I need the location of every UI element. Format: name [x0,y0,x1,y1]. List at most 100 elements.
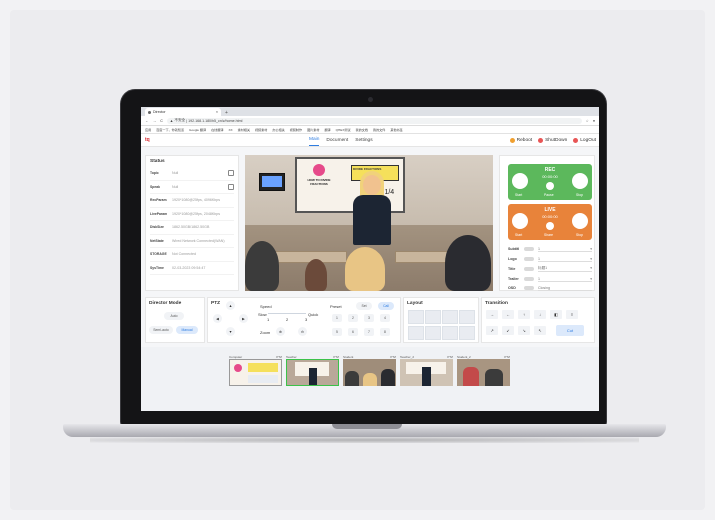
semi-auto-mode-button[interactable]: Semi-auto [149,326,173,334]
bookmark-item[interactable]: 在线翻译 [211,127,223,132]
bookmark-item[interactable]: 百度一下，你就知道 [156,127,184,132]
preset-3-button[interactable]: 3 [364,314,374,322]
preset-5-button[interactable]: 5 [332,328,342,336]
wipe-up-left-icon[interactable]: ↖ [534,326,546,335]
student-figure [445,235,491,291]
pan-down-button[interactable]: ▼ [226,327,235,336]
preset-set-button[interactable]: Set [356,302,372,310]
preset-2-button[interactable]: 2 [348,314,358,322]
rec-start-button[interactable] [512,173,528,189]
bookmark-item[interactable]: 视频制作 [290,127,302,132]
preset-6-button[interactable]: 6 [348,328,358,336]
back-icon[interactable]: ← [145,119,149,123]
preset-1-button[interactable]: 1 [332,314,342,322]
layout-option[interactable] [442,310,458,324]
wipe-down-left-icon[interactable]: ↙ [502,326,514,335]
bookmark-item[interactable]: 我的文件 [373,127,385,132]
profile-icon[interactable]: ● [593,119,595,123]
live-start-button[interactable] [512,213,528,229]
preset-4-button[interactable]: 4 [380,314,390,322]
bookmark-item[interactable]: Google 翻译 [189,127,206,132]
source-computer[interactable]: Computer PTZ [229,355,282,386]
status-label: DiskSize [150,225,164,230]
bookmark-item[interactable]: 应用 [145,127,151,132]
bookmark-item[interactable]: QHEX测试 [336,127,351,132]
preset-call-button[interactable]: Call [378,302,394,310]
manual-mode-button[interactable]: Manual [176,326,198,334]
layout-option[interactable] [425,326,441,340]
logo-toggle[interactable] [524,256,534,262]
osd-toggle[interactable] [524,285,534,291]
laptop-shadow [90,437,639,443]
source-teacher-2[interactable]: Teacher_2 PTZ [400,355,453,386]
program-video-preview[interactable]: HOW TO DIVIDE FRACTIONS DIVIDE FRACTIONS… [245,155,493,291]
cut-button[interactable]: Cut [556,325,584,336]
bookmark-item[interactable]: 翻译 [324,127,330,132]
browser-tab[interactable]: Director × [145,108,221,116]
edit-icon[interactable] [228,170,234,177]
title-toggle[interactable] [524,266,534,272]
wipe-down-right-icon[interactable]: ↘ [518,326,530,335]
wipe-left-icon[interactable]: ← [502,310,514,319]
reload-icon[interactable]: C [160,119,163,123]
preset-8-button[interactable]: 8 [380,328,390,336]
trailer-toggle[interactable] [524,276,534,282]
source-student-2[interactable]: Student_2 PTZ [457,355,510,386]
source-student[interactable]: Student PTZ [343,355,396,386]
new-tab-icon[interactable]: + [225,110,228,116]
status-row: Speak Null [150,181,234,194]
tab-settings[interactable]: Settings [355,134,372,146]
status-label: SysTime [150,265,164,270]
forward-icon[interactable]: → [153,119,157,123]
address-bar[interactable]: ▲ 不安全 | 192.168.1.180/h5_cn/z/home.html [166,117,582,124]
preset-7-button[interactable]: 7 [364,328,374,336]
layout-option[interactable] [442,326,458,340]
zoom-in-icon[interactable]: ⊕ [276,327,285,336]
bookmark-item[interactable]: 其他书签 [390,127,402,132]
live-stop-button[interactable] [572,213,588,229]
tab-main[interactable]: Main [309,134,320,146]
logout-button[interactable]: LogOut [573,137,596,143]
auto-mode-button[interactable]: Auto [164,312,184,320]
reboot-button[interactable]: Reboot [509,137,532,143]
subtitle-toggle[interactable] [524,246,534,252]
option-row-logo: Logo 1 ▾ [508,254,592,264]
shutdown-button[interactable]: ShutDown [538,137,567,143]
fade-icon[interactable]: ◧ [550,310,562,319]
wipe-up-icon[interactable]: ↑ [518,310,530,319]
live-share-button[interactable] [546,222,554,230]
tab-document[interactable]: Document [326,134,348,146]
layout-option[interactable] [459,326,475,340]
layout-option[interactable] [459,310,475,324]
layout-option[interactable] [408,326,424,340]
wipe-up-right-icon[interactable]: ↗ [486,326,498,335]
bookmark-item[interactable]: 办公相关 [272,127,284,132]
rec-pause-button[interactable] [546,182,554,190]
speed-slider[interactable] [268,313,306,314]
pan-right-button[interactable]: ▶ [239,314,248,323]
subtitle-select[interactable]: 1 ▾ [538,247,592,252]
bookmark-item[interactable]: 我的文档 [356,127,368,132]
pan-left-button[interactable]: ◀ [213,314,222,323]
zoom-out-icon[interactable]: ⊖ [298,327,307,336]
bookmark-item[interactable]: XX [228,128,232,132]
tab-close-icon[interactable]: × [216,110,218,114]
star-icon[interactable]: ☆ [586,119,589,123]
rec-start-label: Start [515,193,523,197]
bookmark-item[interactable]: 视频素材 [255,127,267,132]
bookmark-item[interactable]: 图片素材 [307,127,319,132]
title-select[interactable]: 标题1 ▾ [538,266,592,272]
rec-stop-button[interactable] [572,173,588,189]
logo-select[interactable]: 1 ▾ [538,257,592,262]
layout-option[interactable] [408,310,424,324]
trailer-select[interactable]: 1 ▾ [538,277,592,282]
pan-up-button[interactable]: ▲ [226,301,235,310]
wipe-right-icon[interactable]: → [486,310,498,319]
osd-select[interactable]: Closing [538,286,592,291]
edit-icon[interactable] [228,183,234,190]
menu-lines-icon[interactable]: ≡ [566,310,578,319]
layout-option[interactable] [425,310,441,324]
wipe-down-icon[interactable]: ↓ [534,310,546,319]
source-teacher[interactable]: Teacher PTZ [286,355,339,386]
bookmark-item[interactable]: 素材相关 [238,127,250,132]
